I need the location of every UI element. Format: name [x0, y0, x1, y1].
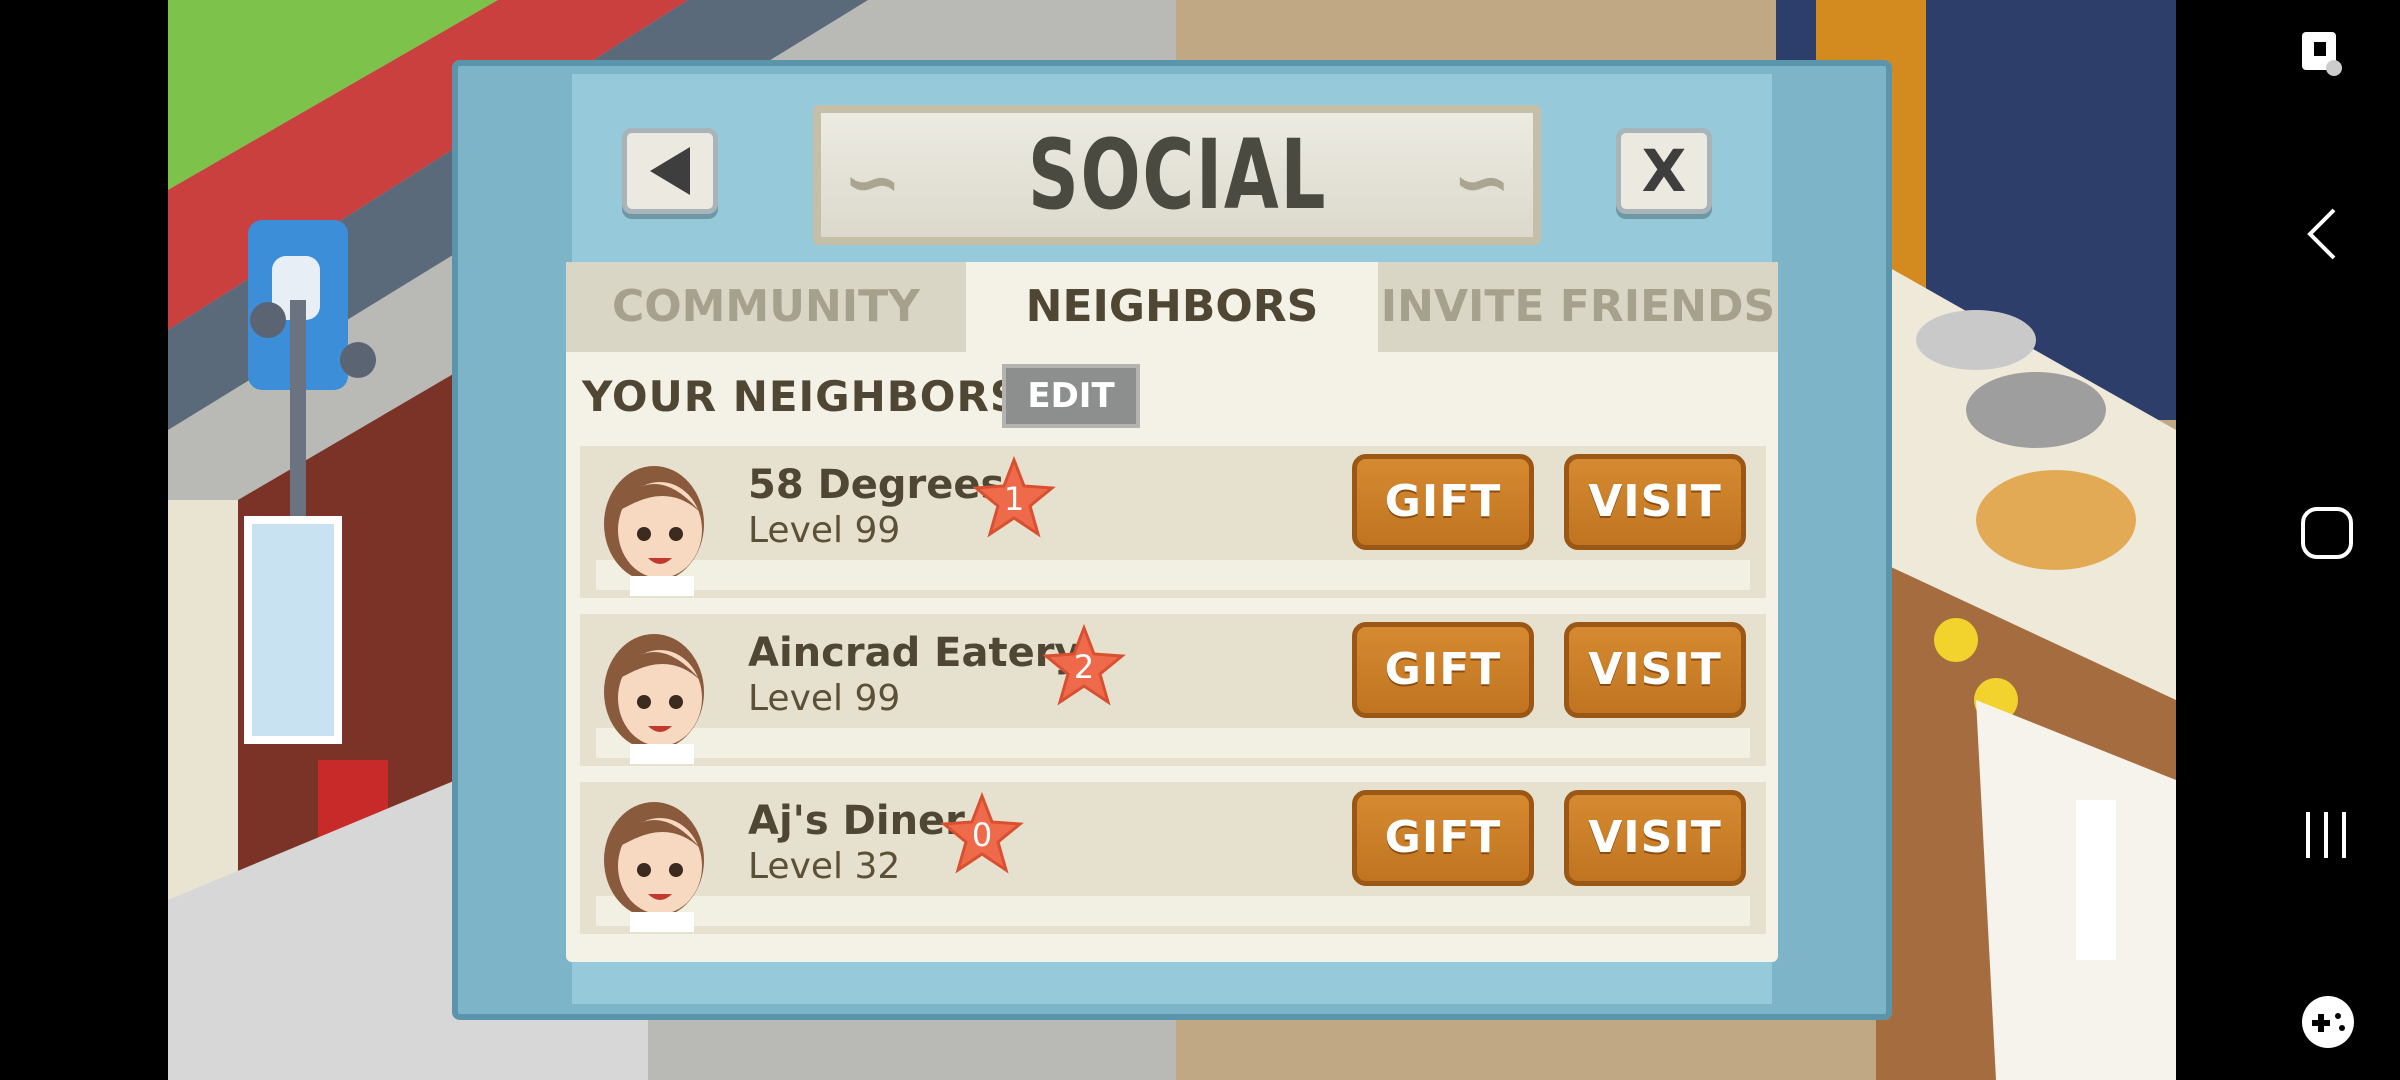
row-shelf: [596, 560, 1750, 590]
neighbor-name: Aincrad Eatery: [748, 630, 1081, 676]
title-plate: ∽ SOCIAL ∽: [813, 105, 1541, 245]
close-button[interactable]: X: [1616, 128, 1712, 214]
nav-recents-icon[interactable]: [2300, 808, 2356, 868]
neighbor-name: Aj's Diner: [748, 798, 965, 844]
star-count: 0: [971, 816, 993, 854]
tab-neighbors-label: NEIGHBORS: [1025, 281, 1319, 332]
tab-neighbors[interactable]: NEIGHBORS: [970, 262, 1374, 352]
rating-star-icon: 0: [940, 791, 1024, 876]
gift-button-label: GIFT: [1384, 812, 1502, 863]
edit-button-label: EDIT: [1027, 376, 1115, 416]
visit-button-label: VISIT: [1588, 812, 1722, 863]
back-arrow-icon: [650, 147, 690, 195]
gift-button[interactable]: GIFT: [1352, 454, 1534, 550]
tab-community-label: COMMUNITY: [611, 281, 921, 332]
chef-avatar: [604, 802, 704, 932]
gift-button-label: GIFT: [1384, 476, 1502, 527]
neighbor-level: Level 99: [748, 510, 901, 551]
neighbor-row: Aincrad Eatery Level 99 2 GIFT VISIT: [580, 614, 1766, 766]
gift-button[interactable]: GIFT: [1352, 622, 1534, 718]
system-navigation-bar: [2176, 0, 2400, 1080]
back-button[interactable]: [622, 128, 718, 214]
chef-avatar: [604, 466, 704, 596]
visit-button-label: VISIT: [1588, 644, 1722, 695]
nav-home-icon[interactable]: [2300, 506, 2356, 566]
neighbor-name: 58 Degrees: [748, 462, 1005, 508]
nav-back-icon[interactable]: [2300, 206, 2348, 266]
visit-button-label: VISIT: [1588, 476, 1722, 527]
section-heading: YOUR NEIGHBORS: [582, 372, 1022, 421]
gift-button-label: GIFT: [1384, 644, 1502, 695]
visit-button[interactable]: VISIT: [1564, 622, 1746, 718]
swirl-right-icon: ∽: [1452, 141, 1511, 223]
rating-star-icon: 2: [1042, 623, 1126, 708]
chef-avatar: [604, 634, 704, 764]
tab-invite-friends[interactable]: INVITE FRIENDS: [1378, 262, 1778, 352]
visit-button[interactable]: VISIT: [1564, 790, 1746, 886]
edit-button[interactable]: EDIT: [1002, 364, 1140, 428]
swirl-left-icon: ∽: [843, 141, 902, 223]
rating-star-icon: 1: [972, 455, 1056, 540]
screen-lock-icon[interactable]: [2300, 28, 2348, 90]
close-icon: X: [1641, 137, 1687, 205]
star-count: 2: [1073, 648, 1095, 686]
neighbor-row: Aj's Diner Level 32 0 GIFT VISIT: [580, 782, 1766, 934]
star-count: 1: [1003, 480, 1025, 518]
visit-button[interactable]: VISIT: [1564, 454, 1746, 550]
gift-button[interactable]: GIFT: [1352, 790, 1534, 886]
row-shelf: [596, 896, 1750, 926]
game-tools-icon[interactable]: [2300, 994, 2360, 1058]
tab-community[interactable]: COMMUNITY: [566, 262, 966, 352]
neighbor-level: Level 99: [748, 678, 901, 719]
neighbor-level: Level 32: [748, 846, 901, 887]
neighbor-row: 58 Degrees Level 99 1 GIFT VISIT: [580, 446, 1766, 598]
tab-invite-friends-label: INVITE FRIENDS: [1380, 281, 1776, 332]
dialog-title: SOCIAL: [1027, 119, 1327, 231]
row-shelf: [596, 728, 1750, 758]
